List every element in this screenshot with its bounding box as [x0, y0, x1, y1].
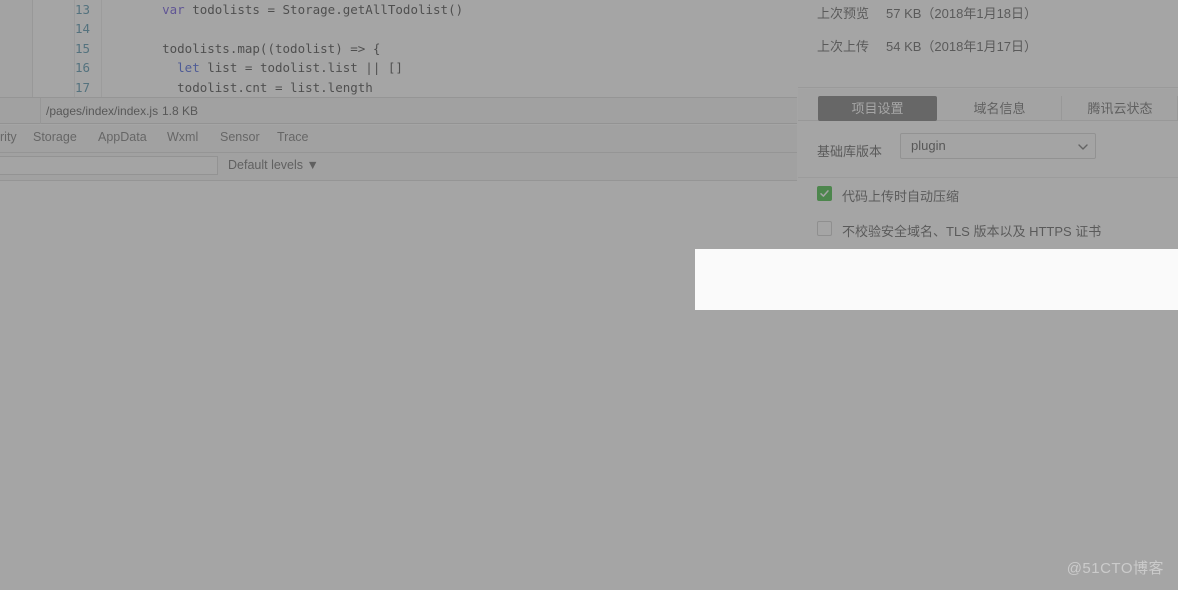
setting-label: 基础库版本	[817, 141, 882, 160]
devtools-tab[interactable]: Wxml	[167, 130, 198, 144]
line-number: 14	[34, 19, 90, 38]
code-line: 17 todolist.cnt = list.length	[34, 78, 797, 97]
checkbox-checked[interactable]	[817, 186, 832, 201]
chevron-down-icon	[1078, 143, 1086, 151]
settings-rows: 基础库版本 plugin	[798, 122, 1178, 178]
code-token: todolists = Storage.getAllTodolist()	[185, 2, 463, 17]
setting-row: 基础库版本 plugin	[798, 122, 1178, 178]
code-text: todolist.cnt = list.length	[132, 78, 373, 97]
code-text: var todolists = Storage.getAllTodolist()	[132, 0, 463, 19]
file-status-bar: /pages/index/index.js 1.8 KB	[0, 97, 797, 124]
project-info-label: 上次上传	[817, 36, 869, 55]
base-library-select[interactable]: plugin	[900, 133, 1096, 159]
file-path-label: /pages/index/index.js	[46, 104, 158, 118]
console-level-dropdown[interactable]: Default levels ▼	[228, 158, 319, 172]
code-scroll-region[interactable]: 13 var todolists = Storage.getAllTodolis…	[34, 0, 797, 97]
checkbox-label: 代码上传时自动压缩	[842, 186, 959, 205]
editor-left-gutter	[0, 0, 33, 97]
file-size-label: 1.8 KB	[162, 104, 198, 118]
checkbox-label: 不校验安全域名、TLS 版本以及 HTTPS 证书	[842, 221, 1101, 240]
panel-tab-bar[interactable]: 项目设置域名信息腾讯云状态	[798, 89, 1178, 121]
code-line: 13 var todolists = Storage.getAllTodolis…	[34, 0, 797, 19]
devtools-pane: 13 var todolists = Storage.getAllTodolis…	[0, 0, 797, 590]
panel-tab[interactable]: 域名信息	[938, 96, 1062, 121]
code-token: todolists.map((todolist) => {	[132, 41, 380, 56]
devtools-tab[interactable]: Sensor	[220, 130, 260, 144]
console-output-area	[0, 181, 797, 590]
code-editor[interactable]: 13 var todolists = Storage.getAllTodolis…	[0, 0, 797, 97]
code-line: 16 let list = todolist.list || []	[34, 58, 797, 77]
project-info-value: 54 KB（2018年1月17日）	[886, 36, 1037, 55]
panel-tab[interactable]: 项目设置	[818, 96, 937, 121]
project-info-value: 57 KB（2018年1月18日）	[886, 3, 1037, 22]
code-token: let	[177, 60, 200, 75]
code-line: 15 todolists.map((todolist) => {	[34, 39, 797, 58]
settings-checkbox-list: 代码上传时自动压缩不校验安全域名、TLS 版本以及 HTTPS 证书	[798, 178, 1178, 248]
line-number: 15	[34, 39, 90, 58]
code-token: list = todolist.list || []	[200, 60, 403, 75]
devtools-tab[interactable]: Trace	[277, 130, 309, 144]
code-text: let list = todolist.list || []	[132, 58, 403, 77]
code-line: 14	[34, 19, 797, 38]
code-token	[132, 2, 162, 17]
devtools-tab[interactable]: Storage	[33, 130, 77, 144]
project-info-block: 上次预览 57 KB（2018年1月18日） 上次上传 54 KB（2018年1月17…	[798, 0, 1178, 88]
project-info-label: 上次预览	[817, 3, 869, 22]
devtools-tab[interactable]: AppData	[98, 130, 147, 144]
code-token	[132, 60, 177, 75]
code-token: todolist.cnt = list.length	[132, 80, 373, 95]
screenshot-root: 13 var todolists = Storage.getAllTodolis…	[0, 0, 1178, 590]
line-number: 13	[34, 0, 90, 19]
line-number: 17	[34, 78, 90, 97]
select-selected-value: plugin	[911, 138, 946, 153]
checkbox-unchecked[interactable]	[817, 221, 832, 236]
code-lines: 13 var todolists = Storage.getAllTodolis…	[34, 0, 797, 97]
console-filter-input[interactable]	[0, 156, 218, 175]
spotlight-highlight-row[interactable]: 上传代码时样式自动补全	[695, 249, 1178, 310]
code-text: todolists.map((todolist) => {	[132, 39, 380, 58]
file-status-spacer	[0, 98, 41, 124]
devtools-tab[interactable]: rity	[0, 130, 17, 144]
code-token: var	[162, 2, 185, 17]
watermark: @51CTO博客	[1067, 557, 1164, 578]
devtools-tab-bar[interactable]: rity Storage AppData Wxml Sensor Trace	[0, 125, 797, 153]
line-number: 16	[34, 58, 90, 77]
setting-checkbox-row[interactable]: 不校验安全域名、TLS 版本以及 HTTPS 证书	[798, 213, 1178, 248]
setting-checkbox-row[interactable]: 代码上传时自动压缩	[798, 178, 1178, 213]
console-filter-bar: Default levels ▼	[0, 153, 797, 181]
panel-tab[interactable]: 腾讯云状态	[1063, 96, 1178, 121]
checkmark-icon	[818, 187, 831, 200]
